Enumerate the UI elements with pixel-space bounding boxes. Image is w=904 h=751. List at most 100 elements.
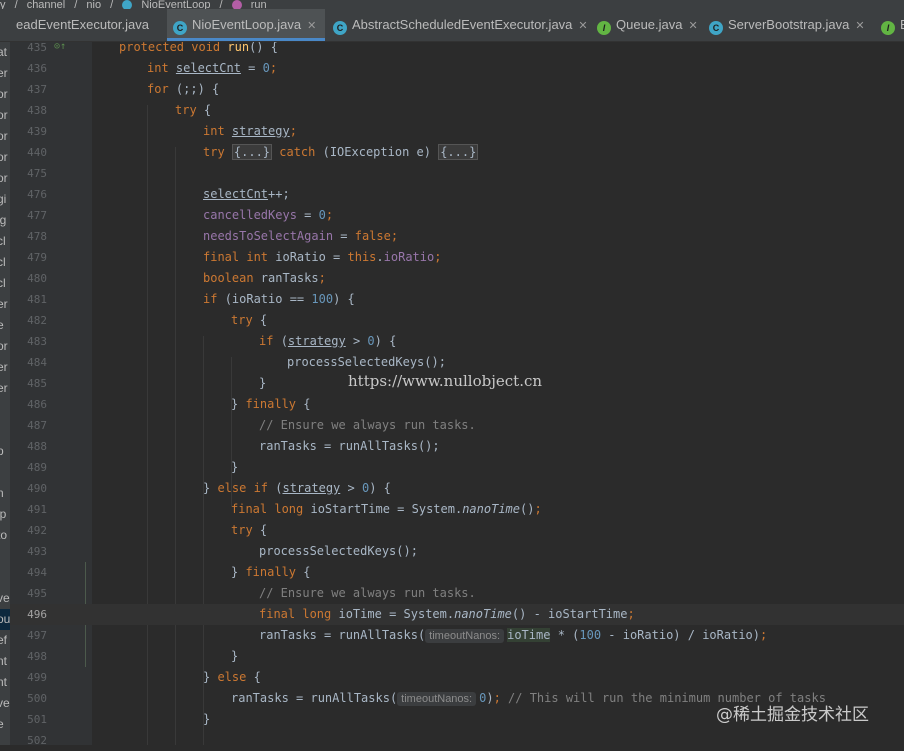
code-line[interactable]: // Ensure we always run tasks. — [92, 415, 904, 436]
breadcrumb-item[interactable]: y — [0, 0, 6, 9]
project-tree-item[interactable]: p — [0, 441, 10, 462]
project-tree-item[interactable] — [0, 399, 10, 420]
code-line[interactable]: processSelectedKeys(); — [92, 352, 904, 373]
project-tree-item[interactable]: ve — [0, 588, 10, 609]
code-line[interactable]: } — [92, 457, 904, 478]
project-tree-item[interactable]: lg — [0, 210, 10, 231]
project-tree-item[interactable]: cl — [0, 252, 10, 273]
project-tree-item[interactable]: or — [0, 168, 10, 189]
gutter-row[interactable]: 479 — [10, 247, 92, 268]
gutter-row[interactable]: 437 — [10, 79, 99, 100]
code-line[interactable]: try { — [92, 310, 904, 331]
tab-server-bootstrap[interactable]: C ServerBootstrap.java ✕ — [699, 9, 871, 41]
project-tree-item[interactable]: or — [0, 105, 10, 126]
breadcrumb-item[interactable]: NioEventLoop — [141, 0, 210, 9]
project-tree-item[interactable]: or — [0, 336, 10, 357]
close-icon[interactable]: ✕ — [689, 20, 698, 32]
gutter-row[interactable]: 440 — [10, 142, 99, 163]
project-tree-item[interactable]: or — [0, 147, 10, 168]
code-editor[interactable]: protected void run() {int selectCnt = 0;… — [92, 42, 904, 745]
project-tree-item[interactable]: gi — [0, 189, 10, 210]
code-line[interactable]: // Ensure we always run tasks. — [92, 583, 904, 604]
gutter-row[interactable]: 492 — [10, 520, 99, 541]
code-line[interactable]: selectCnt++; — [92, 184, 904, 205]
code-line[interactable]: for (;;) { — [92, 79, 904, 100]
breadcrumb-item[interactable]: channel — [27, 0, 66, 9]
project-tree-item[interactable]: to — [0, 525, 10, 546]
code-line[interactable]: final long ioStartTime = System.nanoTime… — [92, 499, 904, 520]
code-line[interactable]: boolean ranTasks; — [92, 268, 904, 289]
project-tree-item[interactable]: er — [0, 378, 10, 399]
project-tree-item[interactable]: ef — [0, 630, 10, 651]
tab-nio-event-loop[interactable]: C NioEventLoop.java ✕ — [167, 9, 325, 41]
gutter-row[interactable]: 488 — [10, 436, 92, 457]
code-line[interactable]: final long ioTime = System.nanoTime() - … — [92, 604, 904, 625]
gutter-row[interactable]: 478 — [10, 226, 92, 247]
code-line[interactable]: int selectCnt = 0; — [92, 58, 904, 79]
code-line[interactable]: ranTasks = runAllTasks(); — [92, 436, 904, 457]
gutter-row[interactable]: 482 — [10, 310, 99, 331]
gutter-row[interactable]: 439 — [10, 121, 92, 142]
project-tree-item[interactable]: n — [0, 483, 10, 504]
code-line[interactable]: if (ioRatio == 100) { — [92, 289, 904, 310]
code-line[interactable]: cancelledKeys = 0; — [92, 205, 904, 226]
gutter-row[interactable]: 496 — [10, 604, 92, 625]
project-tree-item[interactable]: e — [0, 315, 10, 336]
breadcrumb-item[interactable]: nio — [86, 0, 101, 9]
code-line[interactable]: } finally { — [92, 394, 904, 415]
code-line[interactable]: } else { — [92, 667, 904, 688]
project-tree-item[interactable]: ve — [0, 693, 10, 714]
project-tree-item[interactable]: nt — [0, 672, 10, 693]
gutter-row[interactable]: 489 — [10, 457, 99, 478]
gutter-row[interactable]: 493 — [10, 541, 92, 562]
gutter-row[interactable]: 498 — [10, 646, 99, 667]
folded-block[interactable]: {...} — [438, 144, 479, 160]
gutter-row[interactable]: 490 — [10, 478, 99, 499]
gutter-row[interactable]: 497 — [10, 625, 92, 646]
gutter-row[interactable]: 475 — [10, 163, 92, 184]
project-tree-item[interactable]: cl — [0, 231, 10, 252]
code-line[interactable]: needsToSelectAgain = false; — [92, 226, 904, 247]
gutter-row[interactable]: 481 — [10, 289, 99, 310]
gutter-row[interactable]: 436 — [10, 58, 92, 79]
gutter-row[interactable]: 501 — [10, 709, 99, 730]
project-tree-item[interactable]: at — [0, 42, 10, 63]
tab-queue[interactable]: I Queue.java ✕ — [587, 9, 699, 41]
gutter-row[interactable]: 486 — [10, 394, 99, 415]
gutter-row[interactable]: 491 — [10, 499, 92, 520]
project-tree-item[interactable]: or — [0, 84, 10, 105]
gutter-row[interactable]: 476 — [10, 184, 92, 205]
code-line[interactable]: } else if (strategy > 0) { — [92, 478, 904, 499]
code-line[interactable] — [92, 730, 904, 745]
gutter-row[interactable]: 485 — [10, 373, 99, 394]
project-tree-item[interactable] — [0, 567, 10, 588]
project-tree-item[interactable]: er — [0, 294, 10, 315]
gutter-row[interactable]: 499 — [10, 667, 99, 688]
tab-e[interactable]: IE — [871, 9, 904, 41]
close-icon[interactable]: ✕ — [855, 20, 864, 32]
code-line[interactable]: protected void run() { — [92, 42, 904, 58]
breadcrumb-item[interactable]: run — [251, 0, 267, 9]
gutter-row[interactable]: 494 — [10, 562, 99, 583]
gutter-row[interactable]: 487 — [10, 415, 92, 436]
gutter-row[interactable]: 480 — [10, 268, 92, 289]
override-icon[interactable]: ⊙↑ — [54, 41, 66, 52]
project-tree-item[interactable]: or — [0, 126, 10, 147]
gutter-row[interactable]: 495 — [10, 583, 92, 604]
close-icon[interactable]: ✕ — [307, 20, 316, 32]
project-tree-item[interactable] — [0, 420, 10, 441]
project-tree-item[interactable]: ou — [0, 609, 10, 630]
gutter-row[interactable]: 500 — [10, 688, 92, 709]
code-line[interactable]: try {...} catch (IOException e) {...} — [92, 142, 904, 163]
code-line[interactable]: try { — [92, 520, 904, 541]
code-line[interactable]: final int ioRatio = this.ioRatio; — [92, 247, 904, 268]
project-tree-item[interactable]: nt — [0, 651, 10, 672]
folded-block[interactable]: {...} — [231, 144, 273, 160]
code-line[interactable]: if (strategy > 0) { — [92, 331, 904, 352]
project-tree-item[interactable]: er — [0, 357, 10, 378]
code-line[interactable]: processSelectedKeys(); — [92, 541, 904, 562]
tab-abstract-scheduled-event-executor[interactable]: C AbstractScheduledEventExecutor.java ✕ — [325, 9, 588, 41]
code-line[interactable] — [92, 163, 904, 184]
code-line[interactable]: ranTasks = runAllTasks(timeoutNanos: ioTi… — [92, 625, 904, 646]
code-line[interactable]: } — [92, 646, 904, 667]
